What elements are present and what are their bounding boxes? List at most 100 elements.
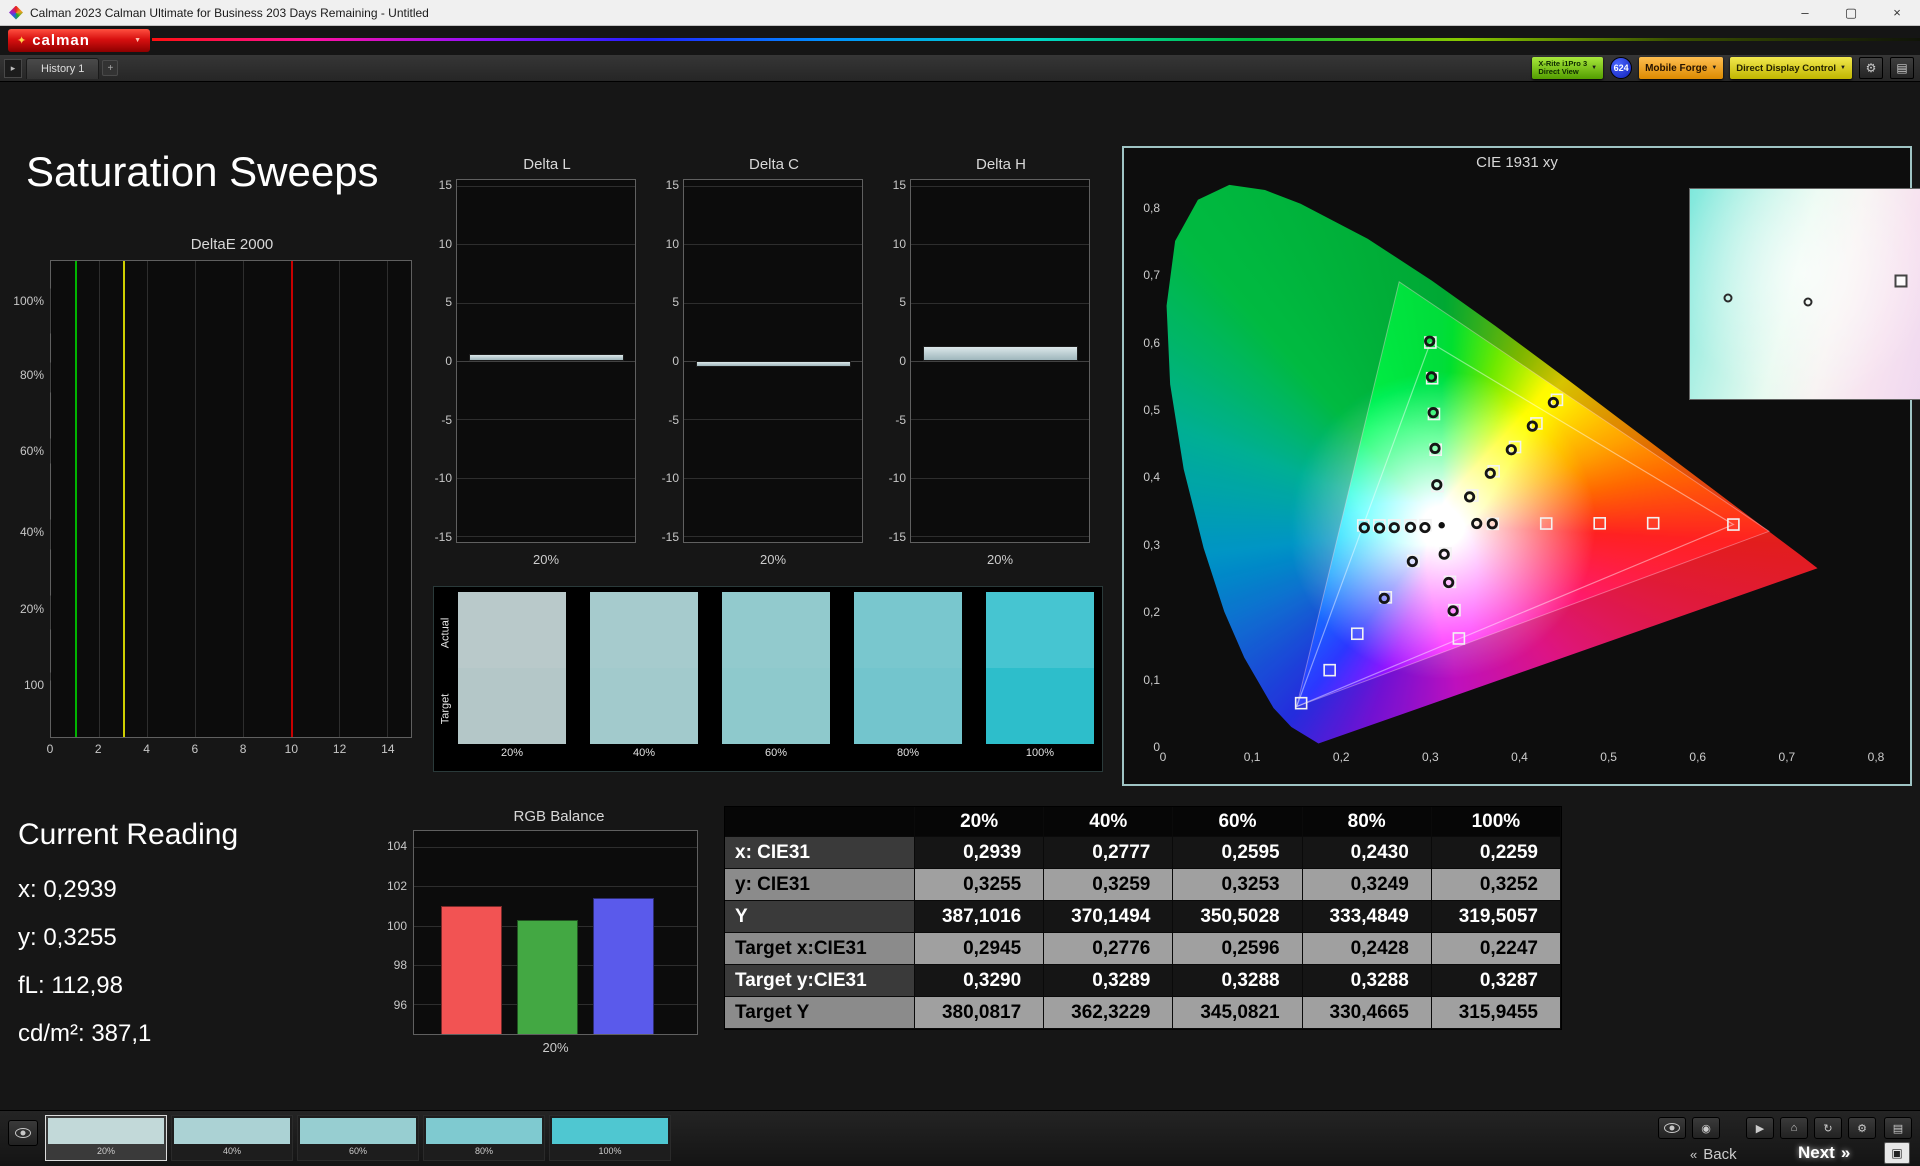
tick-label: -15 [661,530,679,545]
gridline [684,536,862,538]
refresh-button[interactable]: ↻ [1814,1117,1842,1139]
table-cell: 0,2945 [915,933,1045,965]
corner-layout-button[interactable]: ▣ [1884,1142,1910,1164]
table-row: Target Y 380,0817 362,3229 345,0821 330,4665… [725,997,1561,1029]
preview-swatch-button-60%[interactable]: 60% [297,1115,419,1161]
workspace-toggle-button[interactable]: ▤ [1890,57,1914,79]
table-cell: 380,0817 [915,997,1045,1029]
tick-label: 102 [386,878,407,893]
delta-charts-row: Delta L 15 10 5 0 -5 -10 -15 20% Delta C 15 10 5 0 -5 -… [426,156,1098,586]
tick-label: 0 [445,354,452,368]
meter-button-label: X-Rite i1Pro 3 Direct View [1538,60,1587,76]
preview-swatch-button-80%[interactable]: 80% [423,1115,545,1161]
tick-label: -10 [434,471,452,486]
tick-label: 15 [665,177,679,192]
speaker-button[interactable]: ◉ [1692,1117,1720,1139]
chart-title: Delta H [975,156,1027,173]
gridline [457,419,635,421]
swatch-label: 80% [896,747,920,759]
tick-label: 5 [672,295,679,310]
history-tab[interactable]: History 1 [26,57,100,79]
minimize-button[interactable]: – [1782,0,1828,25]
table-cell: 0,3288 [1173,965,1303,997]
workspace-grid-button[interactable]: ▤ [1884,1117,1912,1139]
tick-label: 100 [386,918,407,933]
table-cell: 0,3289 [1044,965,1174,997]
table-row: x: CIE31 0,2939 0,2777 0,2595 0,2430 0,2259 [725,837,1561,869]
preview-eye-button[interactable] [8,1120,38,1146]
chart-plot [910,179,1090,543]
back-button[interactable]: « Back [1690,1143,1737,1165]
rgb-bar-blue [593,898,654,1034]
table-cell: 319,5057 [1431,901,1561,933]
rainbow-strip [152,38,1920,41]
gridline [457,536,635,538]
cie-x-tick: 0 [1159,750,1167,764]
table-cell: 330,4665 [1302,997,1432,1029]
table-cell: 0,3249 [1302,869,1432,901]
table-cell: 370,1494 [1044,901,1174,933]
swatch-column: 100% [986,592,1094,759]
play-button[interactable]: ▶ [1746,1117,1774,1139]
cie-x-tick: 0,7 [1778,750,1796,764]
swatch-button-label: 80% [474,1146,493,1156]
next-button[interactable]: Next » [1798,1141,1850,1165]
deltae-x-tick: 8 [239,742,247,756]
preview-swatch-button-20%[interactable]: 20% [45,1115,167,1161]
calman-logo-button[interactable]: ✦ calman ▼ [8,29,150,52]
cie-target-square [1452,632,1466,645]
gridline [684,185,862,187]
deltae-plot [50,260,412,738]
gridline [911,185,1089,187]
meter-select-button[interactable]: X-Rite i1Pro 3 Direct View ▼ [1532,57,1604,79]
maximize-button[interactable]: ▢ [1828,0,1874,25]
deltae-gridline [195,261,196,737]
swatch-color [426,1118,542,1144]
table-cell: 0,2430 [1302,837,1432,869]
deltae-x-tick: 14 [381,742,395,756]
eye-icon [15,1128,31,1138]
rgb-chart-title: RGB Balance [513,808,605,825]
swatch-button-label: 100% [598,1146,622,1156]
deltae-gridline [387,261,388,737]
table-row-label: Target y:CIE31 [725,965,915,997]
actual-swatch [722,592,830,668]
display-control-button[interactable]: Direct Display Control ▼ [1730,57,1852,79]
tick-label: -10 [888,471,906,486]
gridline [911,361,1089,362]
home-button[interactable]: ⌂ [1780,1117,1808,1139]
tick-label: 104 [386,838,407,853]
table-row-label: Target x:CIE31 [725,933,915,965]
deltae-x-tick: 12 [332,742,347,756]
cie-x-tick: 0,2 [1332,750,1350,764]
table-row-label: x: CIE31 [725,837,915,869]
table-cell: 0,2428 [1302,933,1432,965]
table-cell: 0,3253 [1173,869,1303,901]
swatch-button-label: 40% [222,1146,241,1156]
table-cell: 387,1016 [915,901,1045,933]
settings-gear-button[interactable]: ⚙ [1859,57,1883,79]
cie-panel: CIE 1931 xy 0 0,1 0,2 0,3 0,4 0,5 0,6 0,7 0,8 0 0… [1122,146,1920,786]
table-cell: 0,3288 [1302,965,1432,997]
sweep-table: 20% 40% 60% 80% 100% x: CIE31 0,2939 0,2777 0,25… [724,806,1562,1030]
preview-swatch-button-100%[interactable]: 100% [549,1115,671,1161]
gridline [911,419,1089,421]
blank-screen-eye-button[interactable] [1658,1117,1686,1139]
gridline [414,886,697,888]
close-button[interactable]: × [1874,0,1920,25]
target-swatch [722,668,830,744]
app-icon [9,5,23,20]
table-cell: 315,9455 [1431,997,1561,1029]
cie-white-point-dot [1438,522,1445,529]
preview-swatch-button-40%[interactable]: 40% [171,1115,293,1161]
add-history-button[interactable]: + [102,60,119,76]
cie-y-tick: 0,4 [1143,470,1160,485]
actual-swatch [854,592,962,668]
delta-bar [696,361,852,367]
cie-target-square [1294,696,1308,710]
source-select-button[interactable]: Mobile Forge ▼ [1639,57,1724,79]
settings-button[interactable]: ⚙ [1848,1117,1876,1139]
history-expand-button[interactable]: ▸ [4,58,22,78]
title-bar: Calman 2023 Calman Ultimate for Business… [0,0,1920,26]
delta-bar [469,353,625,361]
